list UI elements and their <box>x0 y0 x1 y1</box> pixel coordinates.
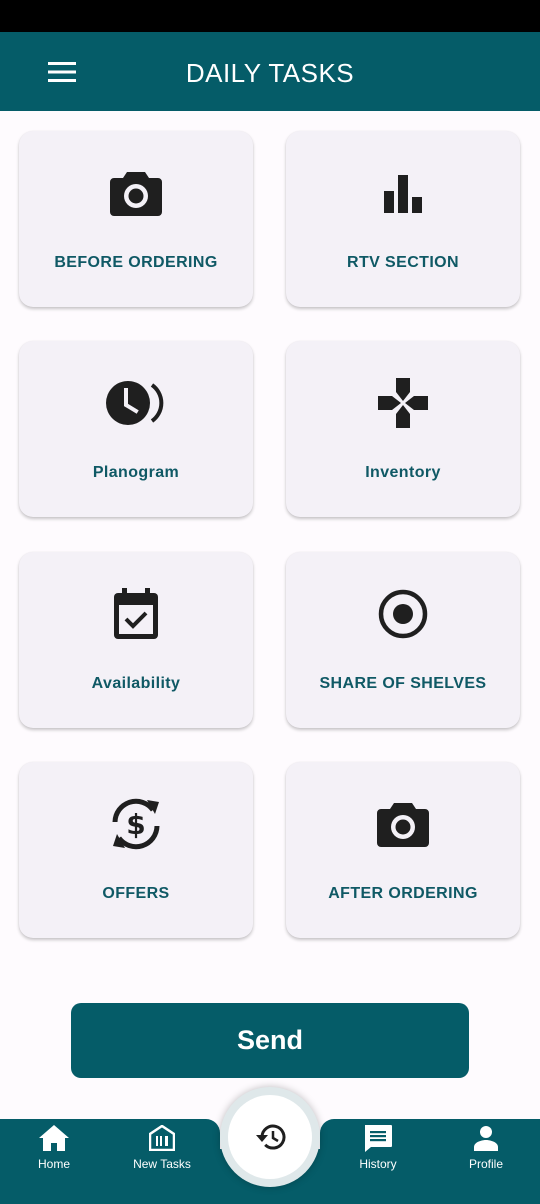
camera-icon <box>377 803 429 847</box>
task-label: Inventory <box>365 464 441 481</box>
nav-label: History <box>359 1157 397 1171</box>
nav-label: New Tasks <box>133 1157 191 1171</box>
history-icon <box>256 1124 286 1150</box>
camera-icon <box>110 172 162 216</box>
radio-button-icon <box>378 589 428 639</box>
currency-exchange-icon: $ <box>112 798 160 850</box>
task-label: Availability <box>91 675 181 692</box>
task-label: AFTER ORDERING <box>328 885 478 902</box>
nav-item-profile[interactable]: Profile <box>441 1123 531 1183</box>
task-label: RTV SECTION <box>347 254 459 271</box>
task-card-share-of-shelves[interactable]: SHARE OF SHELVES <box>286 552 520 728</box>
nav-item-history[interactable]: History <box>333 1123 423 1183</box>
task-card-offers[interactable]: $ OFFERS <box>19 762 253 938</box>
nav-label: Profile <box>468 1157 503 1171</box>
store-icon <box>149 1125 175 1151</box>
history-message-icon <box>365 1125 392 1152</box>
task-label: SHARE OF SHELVES <box>319 675 487 692</box>
task-label: OFFERS <box>102 885 170 902</box>
page-title: DAILY TASKS <box>185 58 355 88</box>
person-icon <box>474 1126 498 1151</box>
task-card-before-ordering[interactable]: BEFORE ORDERING <box>19 131 253 307</box>
status-bar <box>0 0 540 32</box>
gamepad-icon <box>378 378 428 428</box>
history-fab-button[interactable] <box>228 1095 312 1179</box>
calendar-check-icon <box>114 588 158 639</box>
task-label: Planogram <box>92 464 180 481</box>
send-button[interactable]: Send <box>71 1003 469 1078</box>
task-card-after-ordering[interactable]: AFTER ORDERING <box>286 762 520 938</box>
app-bar: DAILY TASKS <box>0 32 540 111</box>
nav-item-home[interactable]: Home <box>9 1123 99 1183</box>
task-card-inventory[interactable]: Inventory <box>286 341 520 517</box>
task-card-availability[interactable]: Availability <box>19 552 253 728</box>
nav-item-new-tasks[interactable]: New Tasks <box>117 1123 207 1183</box>
bar-chart-icon <box>384 175 422 213</box>
clock-icon <box>106 381 164 425</box>
svg-text:$: $ <box>126 808 145 841</box>
home-icon <box>39 1125 69 1151</box>
task-card-planogram[interactable]: Planogram <box>19 341 253 517</box>
task-label: BEFORE ORDERING <box>54 254 218 271</box>
nav-label: Home <box>37 1157 70 1171</box>
task-card-rtv-section[interactable]: RTV SECTION <box>286 131 520 307</box>
